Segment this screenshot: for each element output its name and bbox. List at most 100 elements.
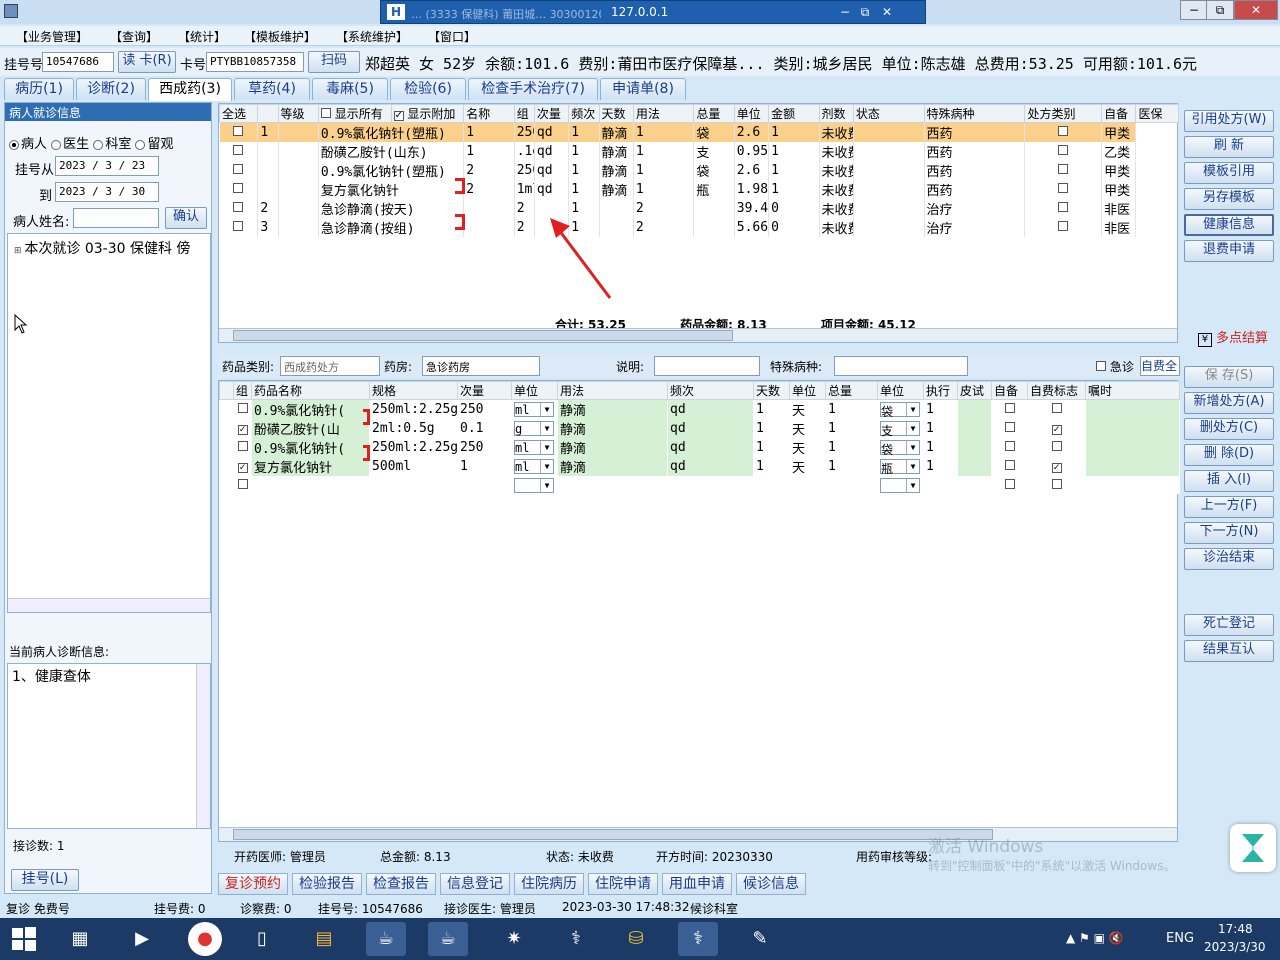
checkbox[interactable] — [233, 202, 244, 212]
radio-observation[interactable] — [135, 139, 146, 150]
pin-icon[interactable]: H — [387, 4, 405, 20]
confirm-button[interactable]: 确认 — [165, 207, 207, 229]
multi-settle-button[interactable]: ¥ 多点结算 — [1184, 330, 1274, 352]
row-self-prepared-checkbox[interactable] — [1024, 180, 1103, 199]
file-icon[interactable]: ▯ — [242, 922, 282, 956]
row-self-prepared[interactable] — [991, 399, 1028, 419]
unit-dropdown[interactable]: g ▼ — [514, 421, 554, 436]
new-prescription-button[interactable]: 新增处方(A) — [1184, 392, 1274, 414]
register-button[interactable]: 挂号(L) — [11, 869, 79, 891]
row-self-prepared[interactable] — [991, 438, 1028, 457]
row-select-checkbox[interactable] — [219, 161, 259, 180]
chevron-down-icon[interactable]: ▼ — [540, 403, 553, 416]
self-pay-all-button[interactable]: 自费全 — [1140, 356, 1180, 376]
refresh-button[interactable]: 刷 新 — [1184, 136, 1274, 158]
group-checkbox[interactable]: ✓ — [237, 425, 248, 435]
java-app-icon-2[interactable]: ☕ — [428, 922, 468, 956]
row-group-checkbox[interactable] — [233, 399, 252, 419]
row-select-checkbox[interactable] — [219, 180, 259, 199]
delete-button[interactable]: 删 除(D) — [1184, 444, 1274, 466]
floating-assistant-icon[interactable] — [1230, 824, 1276, 872]
checkbox[interactable] — [1058, 202, 1069, 212]
btn-followup[interactable]: 复诊预约 — [218, 873, 288, 895]
chevron-down-icon[interactable]: ▼ — [906, 441, 919, 454]
row-unit[interactable]: ml ▼ — [511, 399, 558, 419]
minimize-button[interactable]: − — [1180, 0, 1208, 20]
row-select-checkbox[interactable] — [219, 122, 259, 142]
row-self-prepared-checkbox[interactable] — [1024, 122, 1103, 142]
row-self-prepared-checkbox[interactable] — [1024, 161, 1103, 180]
row-total-unit[interactable]: 袋 ▼ — [877, 438, 924, 457]
row-total-unit[interactable]: ▼ — [877, 476, 924, 494]
self-prepared-checkbox[interactable] — [1004, 441, 1015, 451]
row-self-prepared-checkbox[interactable] — [1024, 218, 1103, 237]
total-unit-dropdown[interactable]: 袋 ▼ — [880, 440, 920, 457]
row-group-checkbox[interactable] — [233, 476, 252, 494]
sql-icon[interactable]: ⛁ — [616, 922, 656, 956]
tab-lab[interactable]: 检验(6) — [390, 78, 466, 100]
show-all-checkbox[interactable] — [320, 108, 331, 118]
row-select-checkbox[interactable] — [219, 218, 259, 237]
restore-button[interactable]: ⧉ — [1206, 0, 1234, 20]
java-app-icon-1[interactable]: ☕ — [366, 922, 406, 956]
next-prescription-button[interactable]: 下一方(N) — [1184, 522, 1274, 544]
health-info-button[interactable]: 健康信息 — [1184, 214, 1274, 236]
row-self-prepared[interactable] — [991, 457, 1028, 476]
row-self-prepared-checkbox[interactable] — [1024, 199, 1103, 218]
powershell-icon[interactable]: ▶ — [122, 922, 162, 956]
row-unit[interactable]: ▼ — [511, 476, 558, 494]
unit-dropdown[interactable]: ml ▼ — [514, 440, 554, 455]
rdp-close-icon[interactable]: ✕ — [879, 4, 895, 20]
finish-treatment-button[interactable]: 诊治结束 — [1184, 548, 1274, 570]
self-prepared-checkbox[interactable] — [1004, 422, 1015, 432]
row-self-pay[interactable]: ✓ — [1027, 457, 1086, 476]
summary-row[interactable]: 3急诊静滴(按组)2125.660未收费治疗非医 — [219, 218, 1179, 237]
unit-dropdown[interactable]: ▼ — [514, 477, 554, 493]
control-panel-icon[interactable]: ▤ — [304, 922, 344, 956]
chevron-down-icon[interactable]: ▼ — [540, 441, 553, 454]
row-self-pay[interactable]: ✓ — [1027, 419, 1086, 438]
row-total-unit[interactable]: 支 ▼ — [877, 419, 924, 438]
group-checkbox[interactable] — [237, 403, 248, 413]
checkbox[interactable] — [233, 126, 244, 136]
menu-stats[interactable]: 【统计】 — [178, 28, 226, 45]
remote-desktop-bar[interactable]: H … (3333 保健科) 莆田城… 30300120) pth\jyymz … — [380, 0, 926, 24]
menu-query[interactable]: 【查询】 — [110, 28, 158, 45]
summary-row[interactable]: 复方氯化钠针21mlqd1静滴1瓶1.981未收费西药甲类 — [219, 180, 1179, 199]
tray-icons[interactable]: ▲ ⚑ ▣ 🔇 — [1066, 931, 1124, 945]
menu-business[interactable]: 【业务管理】 — [16, 28, 88, 45]
rdp-minimize-icon[interactable]: − — [837, 4, 853, 20]
total-unit-dropdown[interactable]: 瓶 ▼ — [880, 459, 920, 476]
btn-exam-report[interactable]: 检查报告 — [366, 873, 436, 895]
chevron-down-icon[interactable]: ▼ — [540, 460, 553, 473]
checkbox[interactable] — [233, 164, 244, 174]
checkbox[interactable] — [233, 221, 244, 231]
checkbox[interactable] — [233, 183, 244, 193]
rdp-restore-icon[interactable]: ⧉ — [857, 4, 873, 20]
self-prepared-checkbox[interactable] — [1004, 403, 1015, 413]
delete-prescription-button[interactable]: 删处方(C) — [1184, 418, 1274, 440]
self-prepared-checkbox[interactable] — [1004, 478, 1015, 489]
tab-requests[interactable]: 申请单(8) — [600, 78, 686, 100]
death-register-button[interactable]: 死亡登记 — [1184, 614, 1274, 636]
patient-name-input[interactable] — [73, 208, 159, 228]
pharmacy-select[interactable]: 急诊药房 — [422, 356, 540, 376]
self-pay-checkbox[interactable]: ✓ — [1051, 425, 1062, 435]
menu-templates[interactable]: 【模板维护】 — [244, 28, 316, 45]
tab-diagnosis[interactable]: 诊断(2) — [76, 78, 146, 100]
lower-scroll-thumb[interactable] — [233, 829, 993, 840]
group-checkbox[interactable]: ✓ — [237, 463, 248, 473]
row-unit[interactable]: ml ▼ — [511, 457, 558, 476]
save-template-button[interactable]: 另存模板 — [1184, 188, 1274, 210]
upper-h-scrollbar[interactable] — [219, 328, 1177, 342]
total-unit-dropdown[interactable]: 袋 ▼ — [880, 402, 920, 419]
insert-button[interactable]: 插 入(I) — [1184, 470, 1274, 492]
emergency-box[interactable] — [1096, 361, 1106, 371]
row-group-checkbox[interactable]: ✓ — [233, 419, 252, 438]
scan-button[interactable]: 扫码 — [308, 51, 360, 73]
group-checkbox[interactable] — [237, 478, 248, 489]
refund-request-button[interactable]: 退费申请 — [1184, 240, 1274, 262]
upper-scroll-thumb[interactable] — [233, 330, 733, 341]
row-unit[interactable]: g ▼ — [511, 419, 558, 438]
emergency-checkbox[interactable]: 急诊 — [1096, 358, 1134, 375]
